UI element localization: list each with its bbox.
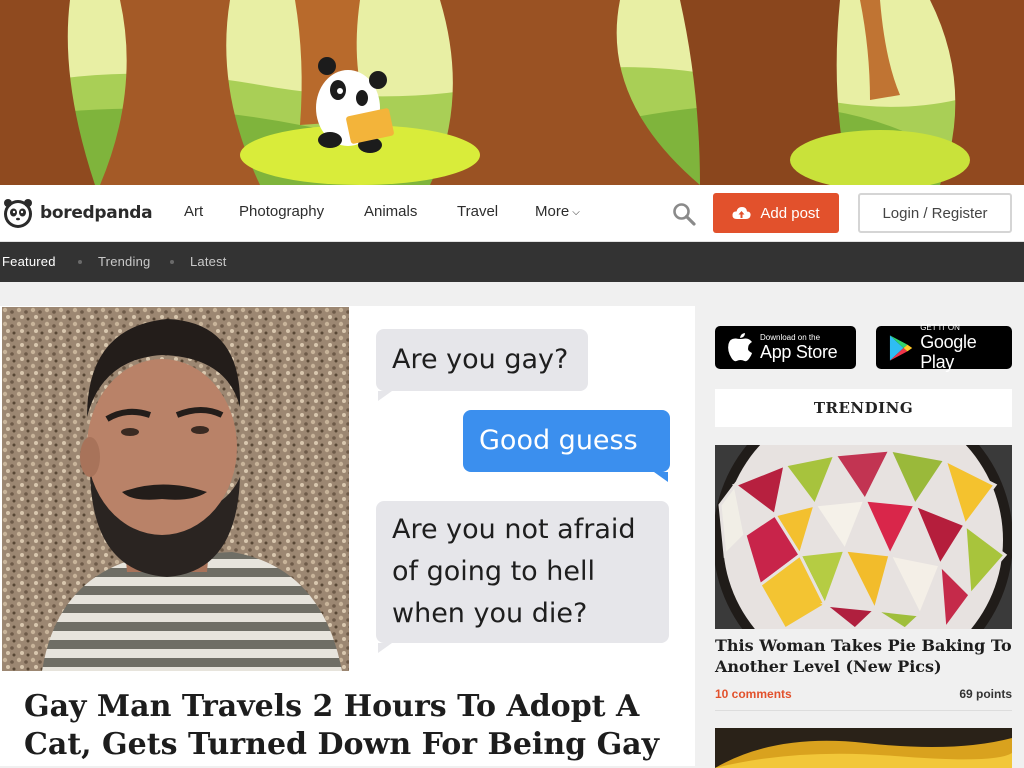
nav-item-more[interactable]: More ⌵ — [535, 203, 580, 220]
add-post-button[interactable]: Add post — [713, 193, 839, 233]
header-banner-illustration — [0, 0, 1024, 185]
chat-message-line: when you die? — [392, 598, 588, 629]
article-title[interactable]: Gay Man Travels 2 Hours To Adopt A Cat, … — [24, 688, 684, 764]
google-play-icon — [889, 334, 913, 361]
search-icon[interactable] — [671, 201, 697, 227]
chat-message: Are you gay? — [392, 344, 569, 375]
trending-post-title[interactable]: This Woman Takes Pie Baking To Another L… — [715, 635, 1015, 677]
google-play-small-text: GET IT ON — [920, 323, 960, 332]
chat-bubble-outgoing: Good guess — [463, 410, 670, 482]
featured-article-card[interactable]: Are you gay? Good guess Are you not afra… — [0, 306, 695, 766]
app-store-big-text: App Store — [760, 342, 838, 362]
trending-post-image-pie[interactable] — [715, 445, 1012, 629]
nav-item-animals[interactable]: Animals — [364, 203, 417, 220]
comments-count[interactable]: 10 comments — [715, 687, 792, 701]
chat-bubble-incoming: Are you not afraid of going to hell when… — [376, 501, 669, 653]
nav-item-travel[interactable]: Travel — [457, 203, 498, 220]
chevron-down-icon: ⌵ — [572, 207, 580, 218]
points-count: 69 points — [959, 687, 1012, 701]
add-post-label: Add post — [760, 204, 820, 222]
sub-navigation: Featured Trending Latest — [0, 242, 1024, 282]
cloud-upload-icon — [732, 207, 751, 219]
google-play-big-text: Google Play — [920, 332, 977, 372]
next-trending-thumbnail[interactable] — [715, 728, 1012, 768]
nav-item-photography[interactable]: Photography — [239, 203, 324, 220]
chat-screenshot: Are you gay? Good guess Are you not afra… — [349, 307, 695, 671]
chat-message-line: of going to hell — [392, 556, 596, 587]
nav-item-art[interactable]: Art — [184, 203, 203, 220]
article-photo-man[interactable] — [2, 307, 349, 671]
google-play-badge[interactable]: GET IT ON Google Play — [876, 323, 1012, 372]
separator-dot — [170, 260, 174, 264]
tab-featured[interactable]: Featured — [2, 254, 56, 269]
separator-dot — [78, 260, 82, 264]
trending-heading: TRENDING — [715, 389, 1012, 427]
brand-name: boredpanda — [40, 203, 153, 223]
chat-message: Good guess — [479, 425, 638, 456]
app-store-small-text: Download on the — [760, 333, 821, 342]
app-store-badge[interactable]: Download on the App Store — [715, 326, 856, 369]
apple-icon — [728, 332, 752, 361]
panda-logo-icon — [4, 199, 32, 228]
chat-bubble-incoming: Are you gay? — [376, 329, 588, 401]
login-register-button[interactable]: Login / Register — [858, 193, 1012, 233]
nav-item-more-label: More — [535, 203, 570, 220]
tab-latest[interactable]: Latest — [190, 254, 227, 269]
divider — [715, 710, 1012, 711]
chat-message-line: Are you not afraid — [392, 514, 636, 545]
brand-logo[interactable]: boredpanda — [2, 194, 153, 232]
tab-trending[interactable]: Trending — [98, 254, 150, 269]
